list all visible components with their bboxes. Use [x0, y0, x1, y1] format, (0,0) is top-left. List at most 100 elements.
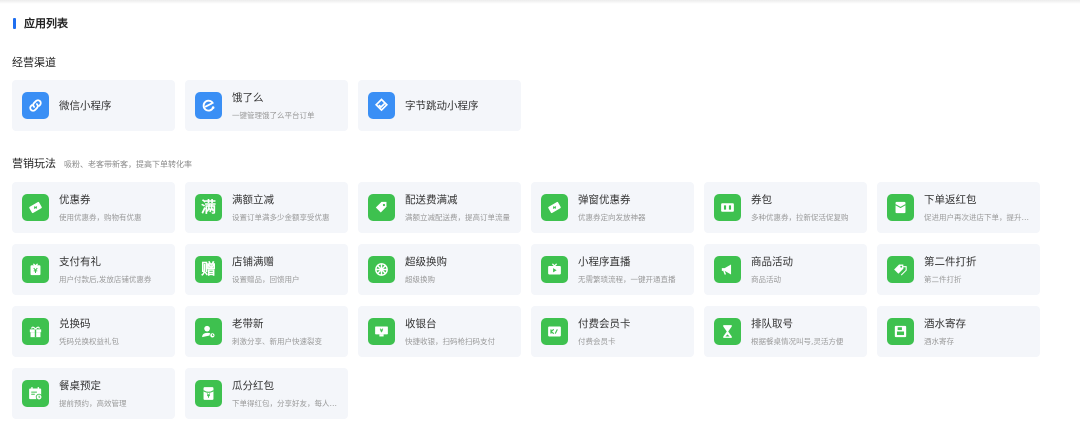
app-name: 小程序直播	[578, 256, 631, 268]
app-card-coupon[interactable]: 优惠券 使用优惠券，购物有优惠	[12, 182, 175, 233]
pay-gift-icon	[22, 256, 49, 283]
section-title-channels: 经营渠道	[12, 54, 56, 70]
top-shadow	[0, 0, 1080, 4]
app-card-queue[interactable]: 排队取号 根据餐桌情况叫号,灵活方便	[704, 306, 867, 357]
app-desc: 设置赠品，回馈用户	[232, 275, 300, 284]
app-name: 券包	[751, 194, 772, 206]
man-glyph: 满	[200, 198, 216, 216]
app-desc: 酒水寄存	[924, 337, 954, 346]
page-title-text: 应用列表	[24, 17, 68, 30]
app-name: 支付有礼	[59, 256, 101, 268]
zeng-glyph: 赠	[200, 260, 216, 278]
app-desc: 商品活动	[751, 275, 781, 284]
app-name: 店铺满赠	[232, 256, 274, 268]
app-name: 排队取号	[751, 318, 793, 330]
app-desc: 优惠券定向发放神器	[578, 213, 646, 222]
bytedance-icon	[368, 92, 395, 119]
red-envelope-icon	[887, 194, 914, 221]
app-card-storage[interactable]: 酒水寄存 酒水寄存	[877, 306, 1040, 357]
app-desc: 根据餐桌情况叫号,灵活方便	[751, 337, 844, 346]
app-name: 超级换购	[405, 256, 447, 268]
app-card-bytedance[interactable]: 字节跳动小程序	[358, 80, 521, 131]
app-name: 弹窗优惠券	[578, 194, 631, 206]
app-card-referral[interactable]: 老带新 刺激分享、新用户快速裂变	[185, 306, 348, 357]
section-title-marketing: 营销玩法 吸粉、老客带新客，提高下单转化率	[12, 155, 192, 171]
app-name: 付费会员卡	[578, 318, 631, 330]
app-name: 第二件打折	[924, 256, 977, 268]
app-card-delivery-fee[interactable]: 配送费满减 满额立减配送费，提高订单流量	[358, 182, 521, 233]
app-name: 饿了么	[232, 92, 264, 104]
app-name: 下单返红包	[924, 194, 977, 206]
title-accent-bar	[13, 17, 16, 29]
app-card-wechat-miniprogram[interactable]: 微信小程序	[12, 80, 175, 131]
app-card-order-red-envelope[interactable]: 下单返红包 促进用户再次进店下单，提升复购	[877, 182, 1040, 233]
app-desc: 下单得红包，分享好友，每人一份	[232, 399, 342, 408]
app-name: 老带新	[232, 318, 264, 330]
app-card-live[interactable]: 小程序直播 无需繁琐流程，一键开通直播	[531, 244, 694, 295]
app-name: 满额立减	[232, 194, 274, 206]
app-name: 收银台	[405, 318, 437, 330]
app-card-product-activity[interactable]: 商品活动 商品活动	[704, 244, 867, 295]
gift-box-icon	[22, 318, 49, 345]
storage-icon	[887, 318, 914, 345]
app-card-split-red-envelope[interactable]: 瓜分红包 下单得红包，分享好友，每人一份	[185, 368, 348, 419]
app-name: 优惠券	[59, 194, 91, 206]
app-desc: 无需繁琐流程，一键开通直播	[578, 275, 676, 284]
app-name: 商品活动	[751, 256, 793, 268]
app-name: 配送费满减	[405, 194, 458, 206]
popup-coupon-icon	[541, 194, 568, 221]
man-icon: 满	[195, 194, 222, 221]
app-card-redeem-code[interactable]: 兑换码 凭码兑换权益礼包	[12, 306, 175, 357]
app-desc: 满额立减配送费，提高订单流量	[405, 213, 510, 222]
coupon-pack-icon	[714, 194, 741, 221]
cashier-icon	[368, 318, 395, 345]
app-card-full-reduction[interactable]: 满 满额立减 设置订单满多少金额享受优惠	[185, 182, 348, 233]
app-card-table-booking[interactable]: 餐桌预定 提前预约，高效管理	[12, 368, 175, 419]
app-desc: 凭码兑换权益礼包	[59, 337, 119, 346]
app-desc: 设置订单满多少金额享受优惠	[232, 213, 330, 222]
calendar-icon	[22, 380, 49, 407]
exchange-icon	[368, 256, 395, 283]
app-card-pay-gift[interactable]: 支付有礼 用户付款后,发放店铺优惠券	[12, 244, 175, 295]
app-card-vip-card[interactable]: 付费会员卡 付费会员卡	[531, 306, 694, 357]
page-title: 应用列表	[13, 16, 68, 30]
section-title-text: 经营渠道	[12, 56, 56, 69]
tag-icon	[368, 194, 395, 221]
app-desc: 提前预约，高效管理	[59, 399, 127, 408]
split-envelope-icon	[195, 380, 222, 407]
app-desc: 超级换购	[405, 275, 435, 284]
coupon-icon	[22, 194, 49, 221]
app-desc: 第二件打折	[924, 275, 962, 284]
app-desc: 促进用户再次进店下单，提升复购	[924, 213, 1034, 222]
app-name: 餐桌预定	[59, 380, 101, 392]
section-subtitle: 吸粉、老客带新客，提高下单转化率	[64, 160, 192, 169]
user-referral-icon	[195, 318, 222, 345]
app-name: 字节跳动小程序	[405, 100, 479, 112]
app-card-popup-coupon[interactable]: 弹窗优惠券 优惠券定向发放神器	[531, 182, 694, 233]
app-card-super-exchange[interactable]: 超级换购 超级换购	[358, 244, 521, 295]
app-card-store-gift[interactable]: 赠 店铺满赠 设置赠品，回馈用户	[185, 244, 348, 295]
app-card-cashier[interactable]: 收银台 快捷收银，扫码枪扫码支付	[358, 306, 521, 357]
app-desc: 刺激分享、新用户快速裂变	[232, 337, 322, 346]
live-icon	[541, 256, 568, 283]
app-desc: 快捷收银，扫码枪扫码支付	[405, 337, 495, 346]
app-name: 兑换码	[59, 318, 91, 330]
eleme-icon	[195, 92, 222, 119]
megaphone-icon	[714, 256, 741, 283]
app-name: 酒水寄存	[924, 318, 966, 330]
app-desc: 多种优惠券，拉新促活促复购	[751, 213, 849, 222]
app-desc: 用户付款后,发放店铺优惠券	[59, 275, 152, 284]
app-name: 微信小程序	[59, 100, 112, 112]
app-desc: 付费会员卡	[578, 337, 616, 346]
section-title-text: 营销玩法	[12, 157, 56, 170]
app-desc: 使用优惠券，购物有优惠	[59, 213, 142, 222]
app-card-eleme[interactable]: 饿了么 一键管理饿了么平台订单	[185, 80, 348, 131]
zeng-icon: 赠	[195, 256, 222, 283]
discount-tag-icon	[887, 256, 914, 283]
link-icon	[22, 92, 49, 119]
app-card-coupon-pack[interactable]: 券包 多种优惠券，拉新促活促复购	[704, 182, 867, 233]
app-card-second-discount[interactable]: 第二件打折 第二件打折	[877, 244, 1040, 295]
app-desc: 一键管理饿了么平台订单	[232, 111, 315, 120]
vip-card-icon	[541, 318, 568, 345]
hourglass-icon	[714, 318, 741, 345]
